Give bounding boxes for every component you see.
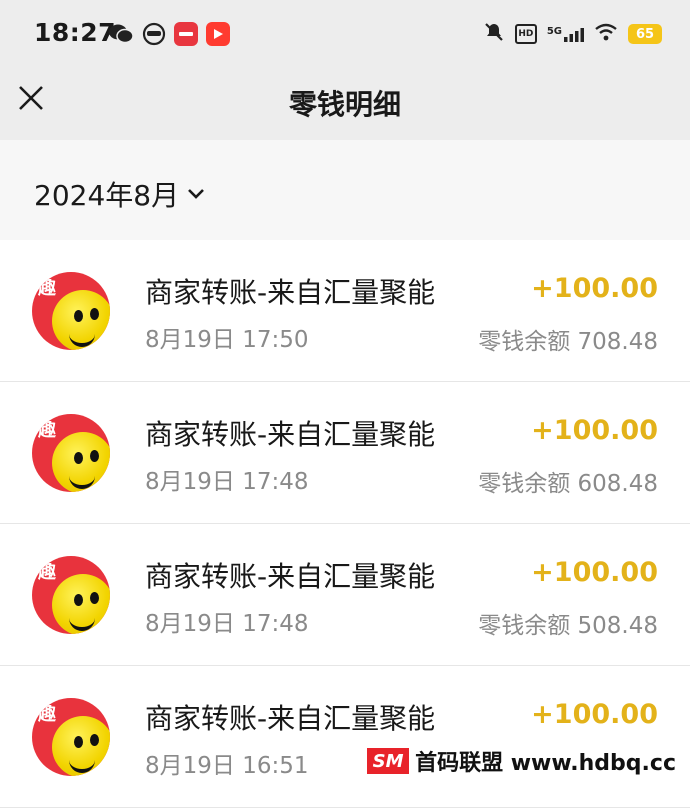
status-time: 18:27 <box>34 18 117 47</box>
network-type: 5G <box>546 26 562 37</box>
transaction-time: 8月19日 17:48 <box>145 469 309 495</box>
transaction-time: 8月19日 17:50 <box>145 327 309 353</box>
status-bar: 18:27 HD 5G 65 <box>0 0 690 66</box>
transaction-amount: +100.00 <box>531 557 658 588</box>
month-filter-bar: 2024年8月 <box>0 140 690 240</box>
merchant-avatar: 趣 <box>32 556 110 634</box>
transaction-row[interactable]: 趣 商家转账-来自汇量聚能 8月19日 16:51 +100.00 <box>0 666 690 808</box>
transaction-title: 商家转账-来自汇量聚能 <box>145 418 436 451</box>
battery-icon: 65 <box>628 24 662 44</box>
transaction-title: 商家转账-来自汇量聚能 <box>145 702 436 735</box>
transaction-row[interactable]: 趣 商家转账-来自汇量聚能 8月19日 17:48 +100.00 零钱余额 5… <box>0 524 690 666</box>
mute-icon <box>483 21 505 47</box>
balance-after: 零钱余额 508.48 <box>478 613 658 639</box>
transaction-amount: +100.00 <box>531 273 658 304</box>
transaction-title: 商家转账-来自汇量聚能 <box>145 276 436 309</box>
transaction-amount: +100.00 <box>531 699 658 730</box>
avatar-char: 趣 <box>38 420 56 441</box>
transaction-list: 趣 商家转账-来自汇量聚能 8月19日 17:50 +100.00 零钱余额 7… <box>0 240 690 808</box>
watermark: SM 首码联盟 www.hdbq.cc <box>361 744 682 778</box>
watermark-text: 首码联盟 www.hdbq.cc <box>415 751 676 776</box>
merchant-avatar: 趣 <box>32 698 110 776</box>
balance-after: 零钱余额 608.48 <box>478 471 658 497</box>
transaction-row[interactable]: 趣 商家转账-来自汇量聚能 8月19日 17:48 +100.00 零钱余额 6… <box>0 382 690 524</box>
balance-after: 零钱余额 708.48 <box>478 329 658 355</box>
transaction-time: 8月19日 17:48 <box>145 611 309 637</box>
transaction-title: 商家转账-来自汇量聚能 <box>145 560 436 593</box>
watermark-logo: SM <box>367 748 410 774</box>
navigation-bar: 零钱明细 <box>0 66 690 140</box>
system-status-icons: HD 5G 65 <box>483 21 662 47</box>
xiaohongshu-icon <box>174 22 198 46</box>
avatar-char: 趣 <box>38 278 56 299</box>
merchant-avatar: 趣 <box>32 414 110 492</box>
mask-app-icon <box>142 22 166 46</box>
page-title: 零钱明细 <box>288 88 401 121</box>
video-app-icon <box>206 22 230 46</box>
month-label: 2024年8月 <box>34 179 180 212</box>
wifi-icon <box>594 23 618 45</box>
merchant-avatar: 趣 <box>32 272 110 350</box>
wechat-icon <box>108 22 134 46</box>
signal-icon: 5G <box>547 26 584 42</box>
hd-badge: HD <box>514 24 537 44</box>
month-selector[interactable]: 2024年8月 <box>34 174 205 214</box>
notification-icons <box>108 22 230 46</box>
transaction-time: 8月19日 16:51 <box>145 753 309 779</box>
chevron-down-icon <box>188 189 204 199</box>
avatar-char: 趣 <box>38 562 56 583</box>
transaction-row[interactable]: 趣 商家转账-来自汇量聚能 8月19日 17:50 +100.00 零钱余额 7… <box>0 240 690 382</box>
avatar-char: 趣 <box>38 704 56 725</box>
transaction-amount: +100.00 <box>531 415 658 446</box>
